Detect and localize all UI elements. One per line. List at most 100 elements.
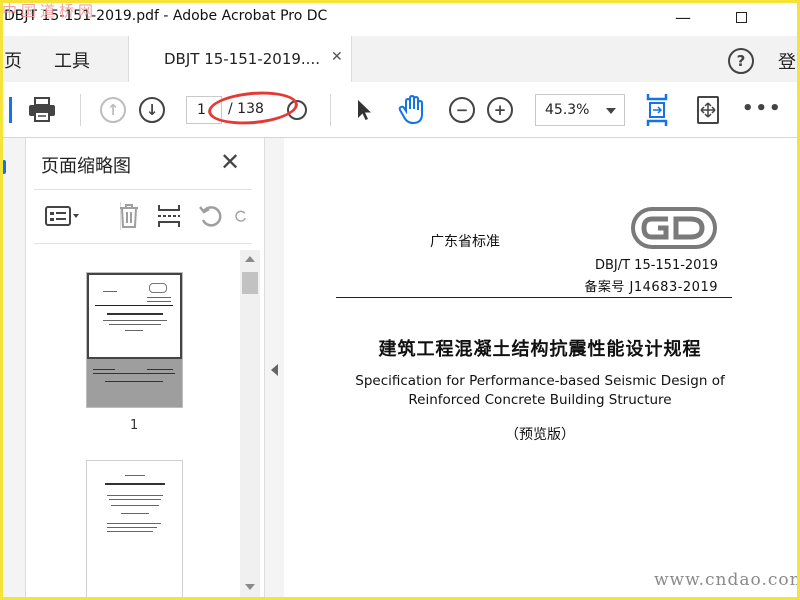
title-bar: DBJT 15-151-2019.pdf - Adobe Acrobat Pro… [0,0,800,36]
more-tools-button[interactable]: ••• [742,98,783,119]
thumb-text-line [111,505,159,506]
thumb-text-line [121,513,149,514]
login-button[interactable]: 登 [778,48,796,74]
next-page-button[interactable]: ↓ [137,94,167,126]
thumb-text-line [93,369,115,370]
main-toolbar: ↑ ↓ 1 / 138 − + 45.3% ••• [0,82,800,138]
scroll-down-icon[interactable] [245,584,255,590]
gd-logo-mini-icon [149,283,167,293]
arrow-down-icon: ↓ [139,97,165,123]
select-tool-button[interactable] [350,94,378,126]
document-view[interactable]: 广东省标准 DBJ/T 15-151-2019 备案号 J14683-2019 … [284,138,800,600]
extract-pages-icon [158,205,180,227]
left-nav-strip [0,138,26,600]
fit-page-icon [646,94,668,126]
rotate-cw-icon [235,210,246,222]
print-icon[interactable] [26,94,58,126]
document-title-en-line2: Reinforced Concrete Building Structure [408,392,672,408]
thumb-text-line [125,330,143,331]
document-tab-label: DBJT 15-151-2019.... [164,50,320,68]
tab-bar: 页 工具 DBJT 15-151-2019.... ✕ ? 登 [0,36,800,82]
rotate-left-button[interactable] [196,201,226,231]
cursor-arrow-icon [358,100,371,120]
document-title-cn: 建筑工程混凝土结构抗震性能设计规程 [378,339,702,360]
standard-type: 广东省标准 [430,234,500,250]
zoom-dropdown[interactable]: 45.3% [535,94,625,126]
maximize-icon [735,11,747,23]
thumb-text-line [105,381,163,382]
thumb-text-line [109,499,161,500]
edition-label: （预览版） [505,427,575,443]
trash-icon [120,204,138,228]
thumb-text-line [103,320,167,321]
delete-page-button[interactable] [114,201,144,231]
rotate-right-button[interactable] [234,201,248,231]
panel-title: 页面缩略图 [41,156,131,177]
thumbnail-page-number: 1 [130,418,139,433]
selected-page-outline [87,273,182,359]
document-tab[interactable]: DBJT 15-151-2019.... ✕ [128,36,352,82]
arrow-up-icon: ↑ [100,97,126,123]
full-screen-button[interactable] [693,94,723,126]
full-screen-icon [697,96,719,124]
thumb-text-line [109,324,161,325]
document-title-en-line1: Specification for Performance-based Seis… [355,373,725,389]
thumbnail-panel: 页面缩略图 ✕ 1 [26,138,264,600]
thumb-text-line [125,475,145,476]
panel-divider [34,189,252,190]
thumbnail-page-1[interactable] [86,272,183,408]
scrollbar-thumb[interactable] [242,272,258,294]
thumb-text-line [147,297,171,298]
minimize-icon: — [675,7,691,27]
thumb-text-line [103,291,117,292]
thumb-text-line [107,531,153,532]
thumb-title-line [107,313,163,315]
record-number: 备案号 J14683-2019 [584,280,718,295]
watermark-bottom: www.cndao.com [654,570,800,590]
zoom-in-button[interactable]: + [485,94,515,126]
close-panel-icon[interactable]: ✕ [220,148,240,176]
header-rule [336,297,732,298]
zoom-value: 45.3% [545,102,590,118]
thumb-rule [93,373,175,374]
zoom-out-button[interactable]: − [447,94,477,126]
options-menu-button[interactable] [42,201,82,231]
thumbnail-scrollbar[interactable] [240,250,260,598]
watermark-top: 中国道桥网 [2,2,98,20]
thumb-text-line [107,523,161,524]
maximize-button[interactable] [728,6,754,28]
scroll-up-icon[interactable] [245,256,255,262]
thumb-footer-band [87,359,182,407]
panel-collapse-strip[interactable] [264,138,284,600]
list-options-icon [45,206,79,226]
hand-icon [398,95,423,125]
panel-divider [34,243,252,244]
extract-page-button[interactable] [154,201,184,231]
tab-home[interactable]: 页 [4,47,22,73]
thumb-rule [95,305,173,306]
gd-logo-icon [631,207,717,249]
minus-icon: − [449,97,475,123]
thumb-title-line [105,483,165,485]
chevron-down-icon [606,108,616,114]
thumbnail-page-2[interactable] [86,460,183,600]
toolbar-separator [80,94,81,126]
previous-page-button[interactable]: ↑ [98,94,128,126]
thumb-text-line [147,369,173,370]
plus-icon: + [487,97,513,123]
tab-tools[interactable]: 工具 [54,47,90,73]
left-edge-marker [8,94,12,126]
minimize-button[interactable]: — [670,6,696,28]
active-nav-marker [2,160,6,174]
standard-code: DBJ/T 15-151-2019 [594,258,718,273]
collapse-left-icon[interactable] [271,364,278,376]
close-tab-icon[interactable]: ✕ [331,49,343,65]
fit-page-button[interactable] [642,94,672,126]
hand-tool-button[interactable] [396,94,428,126]
thumb-text-line [107,495,163,496]
toolbar-separator [330,94,331,126]
thumb-text-line [107,527,157,528]
help-icon[interactable]: ? [728,48,754,74]
rotate-ccw-icon [199,206,222,227]
thumb-text-line [147,301,171,302]
